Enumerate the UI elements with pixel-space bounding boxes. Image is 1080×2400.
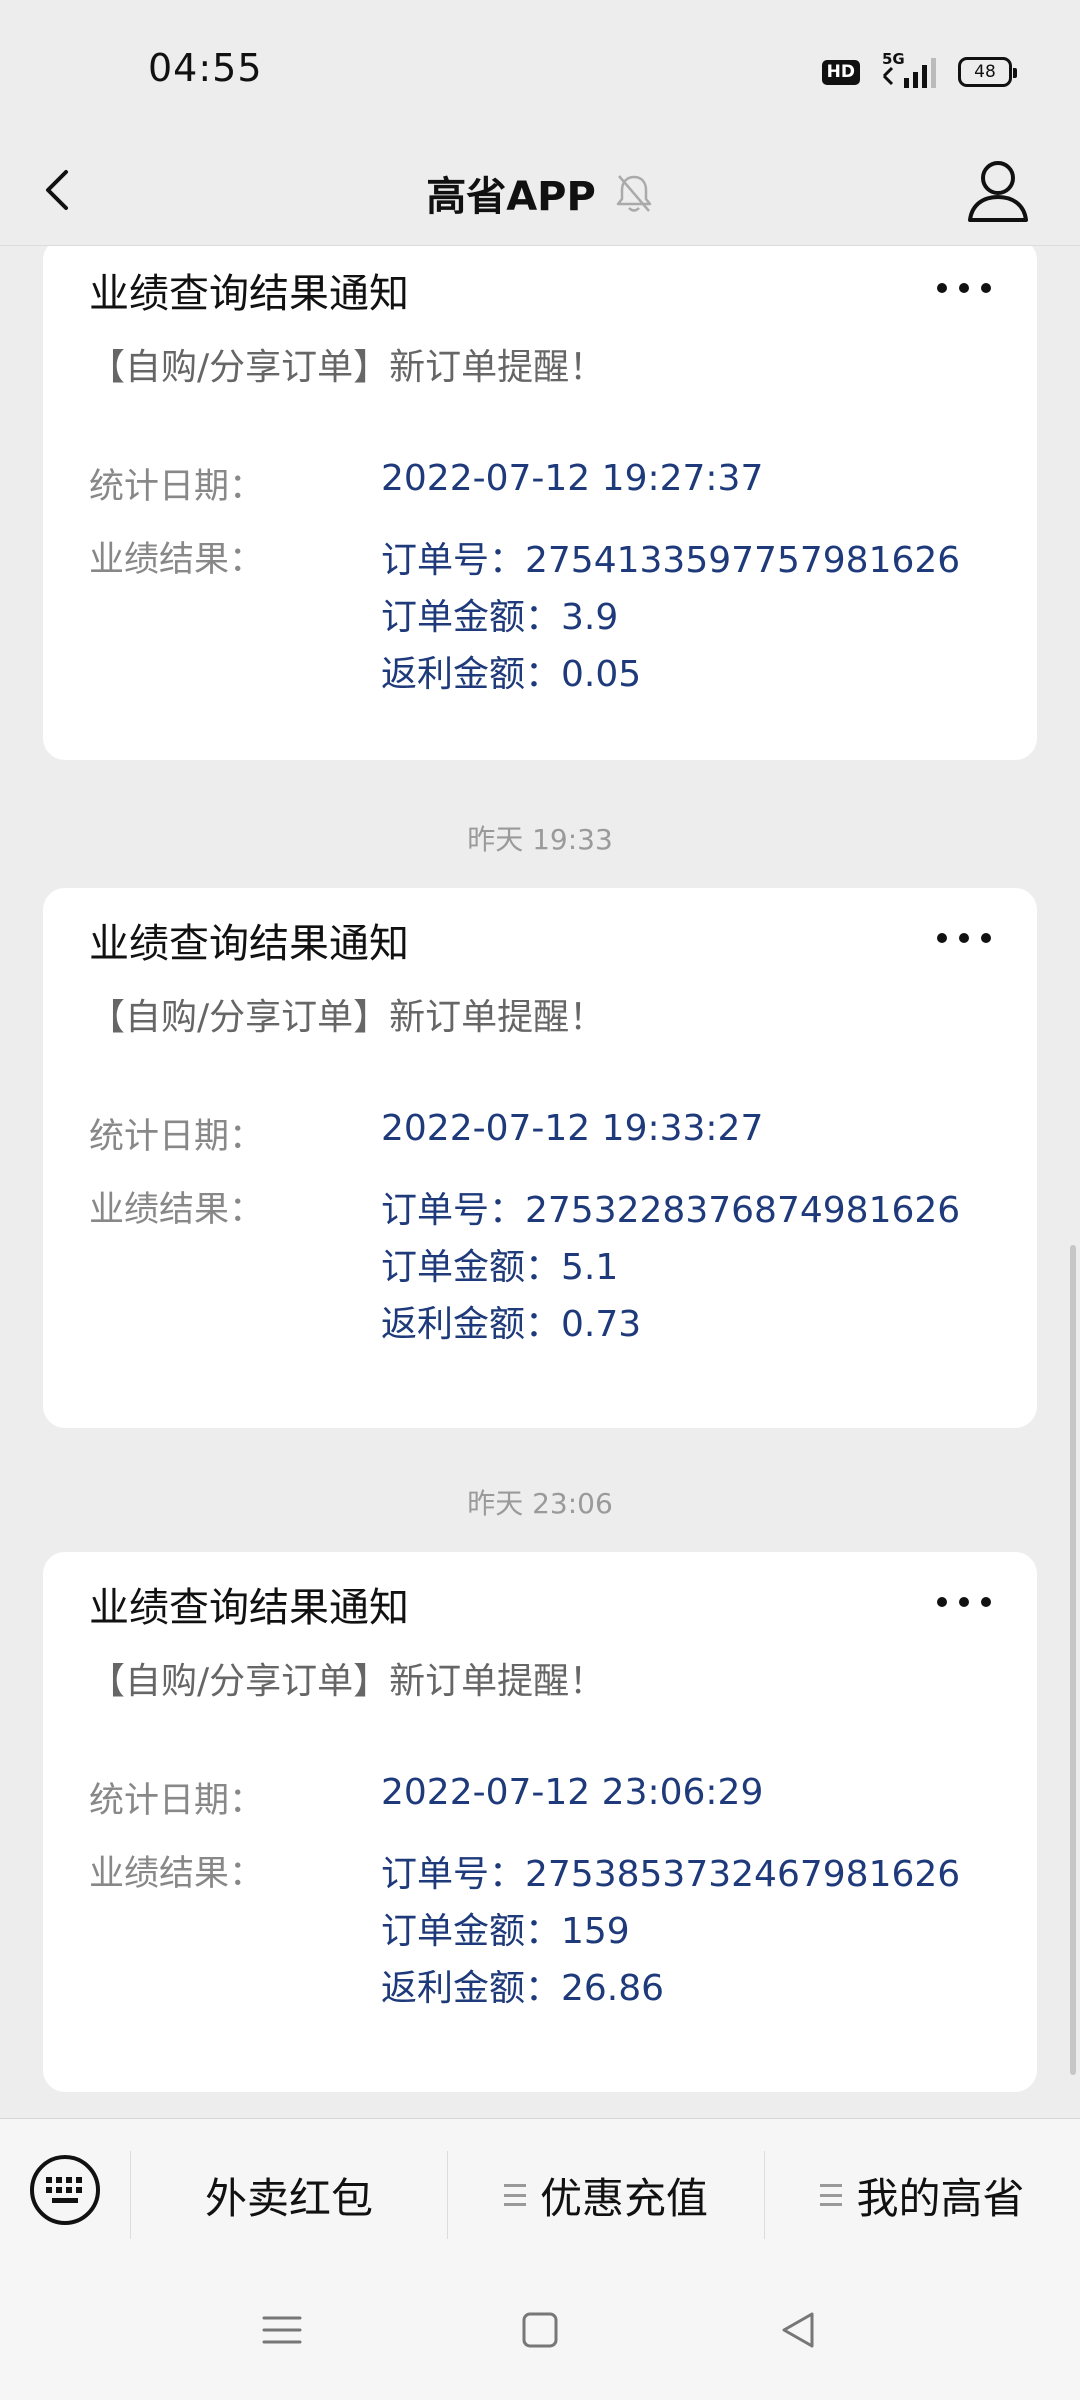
- menu-item-label: 优惠充值: [539, 2173, 708, 2223]
- page-title: 高省APP: [426, 173, 596, 220]
- title-group: 高省APP: [0, 140, 1080, 245]
- order-number: 订单号：2753853732467981626: [381, 1854, 961, 1895]
- more-dots-icon[interactable]: [937, 1592, 991, 1612]
- status-bar: 04:55 HD 5G 48: [0, 0, 1080, 140]
- menu-item-label: 我的高省: [856, 2173, 1025, 2223]
- card-title: 业绩查询结果通知: [89, 921, 409, 967]
- card-subtitle: 【自购/分享订单】新订单提醒！: [89, 347, 606, 388]
- more-dots-icon[interactable]: [937, 928, 991, 948]
- square-icon[interactable]: [518, 2308, 562, 2352]
- date-label: 统计日期：: [89, 1781, 265, 1821]
- bottom-menu: 外卖红包 优惠充值 我的高省: [0, 2118, 1080, 2271]
- order-number: 订单号：2753228376874981626: [381, 1190, 961, 1231]
- timestamp-separator: 昨天 19:33: [467, 823, 613, 856]
- date-value: 2022-07-12 23:06:29: [381, 1772, 764, 1813]
- result-label: 业绩结果：: [89, 540, 265, 580]
- status-icons: HD 5G 48: [821, 50, 1017, 90]
- order-amount: 订单金额：5.1: [381, 1247, 619, 1288]
- rebate-amount: 返利金额：26.86: [381, 1968, 665, 2009]
- message-list[interactable]: 业绩查询结果通知 【自购/分享订单】新订单提醒！ 统计日期： 2022-07-1…: [0, 246, 1080, 2118]
- network-type: 5G: [882, 50, 905, 68]
- status-time: 04:55: [148, 46, 263, 90]
- hd-badge: HD: [821, 59, 860, 85]
- message-card[interactable]: 业绩查询结果通知 【自购/分享订单】新订单提醒！ 统计日期： 2022-07-1…: [43, 1552, 1037, 2092]
- menu-item-takeout-coupon[interactable]: 外卖红包: [131, 2119, 447, 2271]
- bell-off-icon: [616, 174, 652, 212]
- menu-icon[interactable]: [260, 2308, 304, 2352]
- result-label: 业绩结果：: [89, 1190, 265, 1230]
- more-dots-icon[interactable]: [937, 278, 991, 298]
- battery-level: 48: [974, 62, 996, 82]
- menu-item-my-gaosheng[interactable]: 我的高省: [765, 2119, 1080, 2271]
- menu-item-label: 外卖红包: [204, 2173, 373, 2223]
- date-value: 2022-07-12 19:33:27: [381, 1108, 764, 1149]
- triangle-back-icon[interactable]: [776, 2308, 820, 2352]
- menu-lines-icon: [820, 2184, 843, 2206]
- signal-icon: 5G: [878, 50, 940, 90]
- date-label: 统计日期：: [89, 1117, 265, 1157]
- scrollbar[interactable]: [1070, 1245, 1076, 2075]
- rebate-amount: 返利金额：0.73: [381, 1304, 642, 1345]
- timestamp-separator: 昨天 23:06: [467, 1487, 613, 1520]
- battery-icon: 48: [958, 57, 1017, 87]
- date-value: 2022-07-12 19:27:37: [381, 458, 764, 499]
- date-label: 统计日期：: [89, 467, 265, 507]
- card-subtitle: 【自购/分享订单】新订单提醒！: [89, 1661, 606, 1702]
- message-card[interactable]: 业绩查询结果通知 【自购/分享订单】新订单提醒！ 统计日期： 2022-07-1…: [43, 246, 1037, 760]
- order-amount: 订单金额：3.9: [381, 597, 619, 638]
- person-icon[interactable]: [956, 150, 1040, 234]
- result-label: 业绩结果：: [89, 1854, 265, 1894]
- card-title: 业绩查询结果通知: [89, 1585, 409, 1631]
- card-title: 业绩查询结果通知: [89, 271, 409, 317]
- system-nav-bar: [0, 2270, 1080, 2400]
- keyboard-icon[interactable]: [28, 2153, 102, 2227]
- menu-lines-icon: [503, 2184, 526, 2206]
- menu-item-discount-recharge[interactable]: 优惠充值: [448, 2119, 764, 2271]
- message-card[interactable]: 业绩查询结果通知 【自购/分享订单】新订单提醒！ 统计日期： 2022-07-1…: [43, 888, 1037, 1428]
- nav-header: 高省APP: [0, 140, 1080, 246]
- card-subtitle: 【自购/分享订单】新订单提醒！: [89, 997, 606, 1038]
- rebate-amount: 返利金额：0.05: [381, 654, 642, 695]
- order-number: 订单号：2754133597757981626: [381, 540, 961, 581]
- order-amount: 订单金额：159: [381, 1911, 630, 1952]
